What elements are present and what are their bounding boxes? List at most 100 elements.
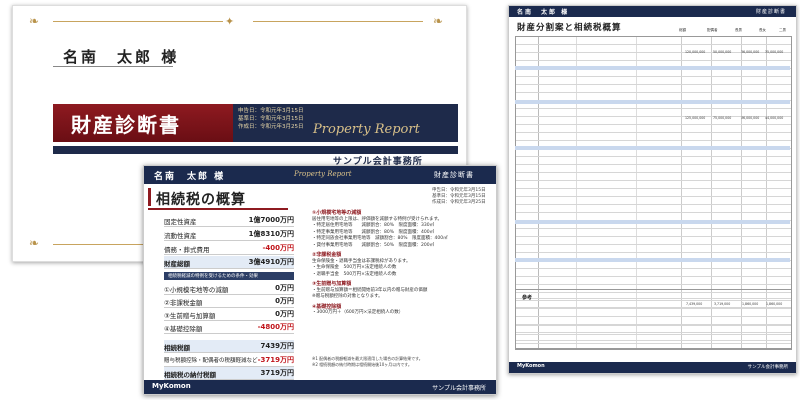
mykomon-logo: MyKomon	[517, 363, 545, 369]
table-subtotal-band	[515, 66, 790, 70]
summary-client-name: 名南 太郎 様	[154, 172, 226, 182]
col-head: 長男	[735, 28, 742, 32]
explanation-line: ※贈与税額控除の対象となります。	[312, 294, 383, 299]
deduction-row: ③生前贈与加算額 0万円	[164, 308, 294, 321]
total-assets-row: 財産総額 3億4910万円	[164, 256, 294, 269]
summary-notes: ※1 配偶者の税額軽減を最大限適用した場合の計算結果です。 ※2 相続税額の納付…	[312, 356, 488, 368]
col-head: 配偶者	[707, 28, 718, 32]
col-head: 二男	[779, 28, 786, 32]
table-cell: 7,439,000	[686, 302, 703, 306]
ornament-line	[53, 21, 223, 22]
name-underline	[53, 66, 173, 67]
table-subtotal-band	[515, 146, 790, 150]
summary-footer-office: サンプル会計事務所	[432, 385, 486, 392]
table-cell: 36,000,000	[741, 50, 760, 54]
corner-ornament-icon: ❧	[433, 14, 445, 28]
section-accent-bar	[148, 188, 151, 206]
table-cell: 75,000,000	[713, 116, 732, 120]
corner-ornament-icon: ❧	[29, 236, 41, 250]
deduction-row: ①小規模宅地等の減額 0万円	[164, 282, 294, 295]
table-client-name: 名南 太郎 様	[517, 9, 570, 16]
table-cell: 3,719,000	[714, 302, 731, 306]
cover-dates: 申告日：令和元年3月15日 基準日：令和元年3月15日 作成日：令和元年3月25…	[238, 107, 304, 131]
table-cell: 50,000,000	[713, 50, 732, 54]
table-header-bar: 名南 太郎 様 財産診断書	[509, 6, 796, 17]
table-footer-office: サンプル会計事務所	[747, 365, 788, 370]
table-cell: 36,000,000	[741, 116, 760, 120]
col-head: 長女	[759, 28, 766, 32]
row-value: -3719万円	[257, 356, 294, 364]
summary-footer-bar: MyKomon サンプル会計事務所	[144, 380, 496, 394]
table-footer-bar: MyKomon サンプル会計事務所	[509, 362, 796, 373]
table-subtotal-band	[515, 258, 790, 262]
table-cell: 44,000,000	[765, 116, 784, 120]
summary-header-subtitle: Property Report	[294, 170, 352, 178]
row-label: ④基礎控除額	[164, 325, 203, 333]
tax-summary-card: 名南 太郎 様 Property Report 財産診断書 相続税の概算 申告日…	[143, 165, 497, 395]
row-value: 1億7000万円	[248, 216, 294, 224]
table-cell: 1,860,000	[742, 302, 759, 306]
cover-subtitle: Property Report	[313, 122, 420, 137]
row-value: 3719万円	[260, 369, 294, 377]
table-subtotal-band	[515, 100, 790, 104]
table-title: 財産分割案と相続税概算	[517, 23, 622, 33]
table-subtotal-band	[515, 220, 790, 224]
explanation-column: ①小規模宅地等の減額 居住用宅地等の上限は、評価額を減額する特例が受けられます。…	[312, 210, 488, 317]
explanation-line: ・貸付事業用宅地等 減額割合：50% 限度面積：200㎡	[312, 242, 435, 248]
row-label: 贈与税額控除・配偶者の税額軽減など	[164, 358, 258, 364]
row-label: 相続税の納付税額	[164, 371, 216, 379]
date-line: 基準日：令和元年3月15日	[238, 116, 304, 122]
row-label: ②非課税金額	[164, 299, 203, 307]
row-label: 財産総額	[164, 260, 190, 268]
table-header-title: 財産診断書	[755, 9, 786, 15]
client-name: 名南 太郎 様	[63, 48, 180, 66]
row-value: 3億4910万円	[248, 258, 294, 266]
date-line: 作成日：令和元年3月25日	[238, 124, 304, 130]
tax-amount-row: 相続税額 7439万円	[164, 340, 294, 353]
ornament-line	[253, 21, 423, 22]
explanation-line: ・退職手当金 500万円×法定相続人の数	[312, 271, 397, 277]
summary-header-title: 財産診断書	[434, 171, 474, 179]
asset-row: 流動性資産 1億8310万円	[164, 228, 294, 241]
row-value: 0万円	[275, 297, 294, 305]
note-line: ※2 相続税額の納付時期は相続開始後10ヶ月以内です。	[312, 362, 412, 367]
summary-header-bar: 名南 太郎 様 Property Report 財産診断書	[144, 166, 496, 184]
mykomon-logo: MyKomon	[152, 382, 191, 390]
subheader-label: 相続税軽減の特例を受けるための条件・効果	[168, 274, 258, 279]
row-label: 相続税額	[164, 344, 190, 352]
cover-title: 財産診断書	[71, 113, 181, 137]
row-value: -400万円	[262, 244, 294, 252]
row-label: 債務・葬式費用	[164, 246, 210, 254]
section-title: 相続税の概算	[156, 192, 246, 208]
table-cell: 125,000,000	[685, 116, 706, 120]
summary-dates: 申告日：令和元年3月15日 基準日：令和元年3月15日 作成日：令和元年3月25…	[432, 188, 486, 206]
row-label: ①小規模宅地等の減額	[164, 286, 229, 294]
asset-row: 固定性資産 1億7000万円	[164, 214, 294, 227]
table-cell: 120,000,000	[685, 50, 706, 54]
deduction-row: ④基礎控除額 -4800万円	[164, 321, 294, 334]
division-table-card: 名南 太郎 様 財産診断書 財産分割案と相続税概算 総額 配偶者 長男 長女 二…	[508, 5, 797, 374]
row-label: ③生前贈与加算額	[164, 312, 216, 320]
table-summary-block: 参考 7,439,000 3,719,000 1,860,000 1,860,0…	[515, 289, 792, 349]
deduction-row: ②非課税金額 0万円	[164, 295, 294, 308]
row-label: 固定性資産	[164, 218, 197, 226]
corner-ornament-icon: ❧	[29, 14, 41, 28]
row-value: 0万円	[275, 310, 294, 318]
asset-row: 債務・葬式費用 -400万円	[164, 242, 294, 255]
date-line: 申告日：令和元年3月15日	[238, 108, 304, 114]
deduction-subheader: 相続税軽減の特例を受けるための条件・効果	[164, 272, 294, 280]
table-cell: 1,860,000	[766, 302, 783, 306]
col-head: 総額	[679, 28, 686, 32]
summary-label: 参考	[522, 295, 533, 301]
date-line: 作成日：令和元年3月25日	[432, 200, 486, 205]
tax-credit-row: 贈与税額控除・配偶者の税額軽減など -3719万円	[164, 354, 294, 367]
row-label: 流動性資産	[164, 232, 197, 240]
table-cell: 35,000,000	[765, 50, 784, 54]
explanation-line: ・3000万円＋（600万円×法定相続人の数）	[312, 310, 404, 315]
row-value: -4800万円	[257, 323, 294, 331]
row-value: 0万円	[275, 284, 294, 292]
lower-band	[53, 146, 458, 154]
row-value: 1億8310万円	[248, 230, 294, 238]
center-ornament-icon: ✦	[225, 15, 236, 28]
row-value: 7439万円	[260, 342, 294, 350]
